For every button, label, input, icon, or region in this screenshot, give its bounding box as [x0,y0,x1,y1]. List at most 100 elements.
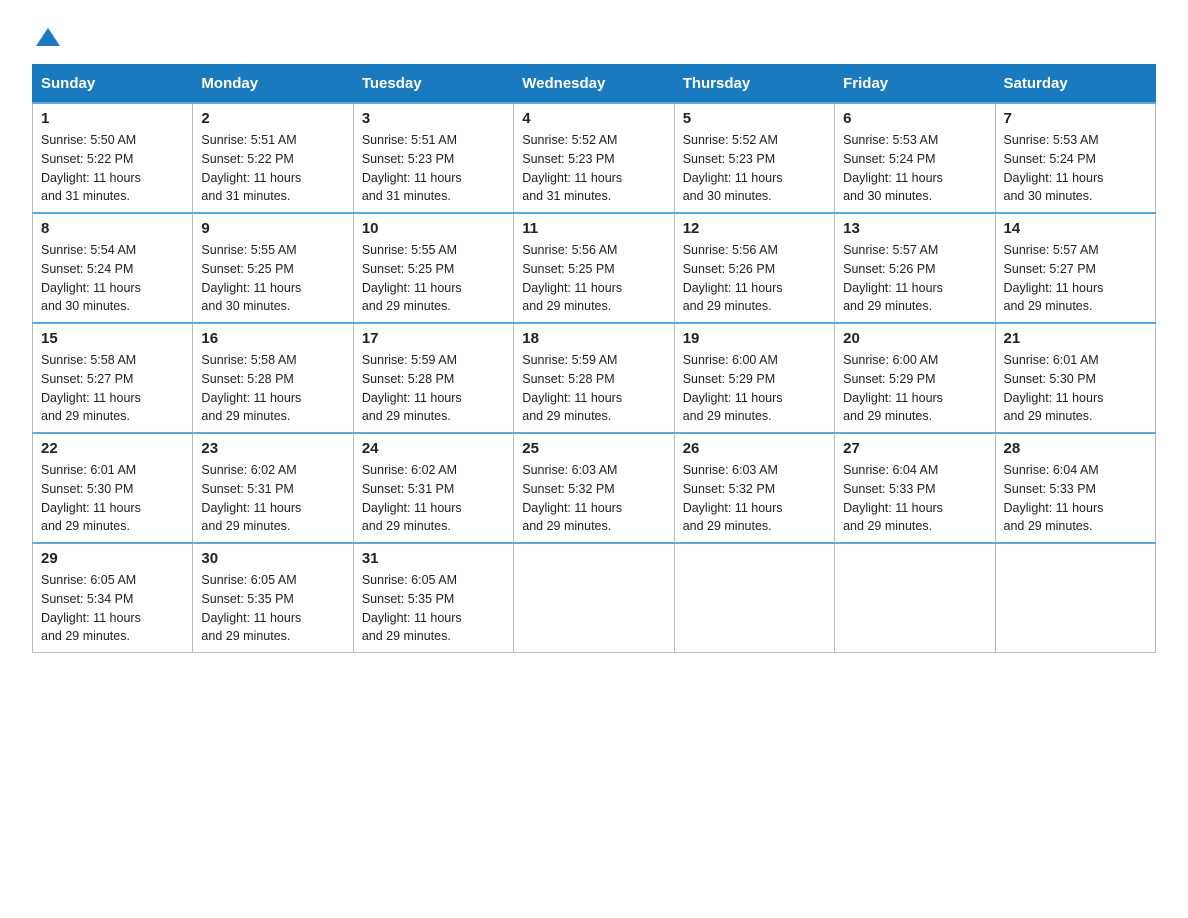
calendar-week-row: 22 Sunrise: 6:01 AM Sunset: 5:30 PM Dayl… [33,433,1156,543]
calendar-cell: 3 Sunrise: 5:51 AM Sunset: 5:23 PM Dayli… [353,103,513,213]
calendar-cell: 22 Sunrise: 6:01 AM Sunset: 5:30 PM Dayl… [33,433,193,543]
day-number: 6 [843,110,986,127]
weekday-header-row: SundayMondayTuesdayWednesdayThursdayFrid… [33,65,1156,104]
calendar-cell: 2 Sunrise: 5:51 AM Sunset: 5:22 PM Dayli… [193,103,353,213]
day-info: Sunrise: 6:01 AM Sunset: 5:30 PM Dayligh… [1004,351,1147,426]
day-number: 21 [1004,330,1147,347]
weekday-header-thursday: Thursday [674,65,834,104]
calendar-cell: 31 Sunrise: 6:05 AM Sunset: 5:35 PM Dayl… [353,543,513,653]
calendar-week-row: 15 Sunrise: 5:58 AM Sunset: 5:27 PM Dayl… [33,323,1156,433]
day-number: 5 [683,110,826,127]
calendar-week-row: 1 Sunrise: 5:50 AM Sunset: 5:22 PM Dayli… [33,103,1156,213]
calendar-cell: 18 Sunrise: 5:59 AM Sunset: 5:28 PM Dayl… [514,323,674,433]
day-number: 13 [843,220,986,237]
day-info: Sunrise: 5:58 AM Sunset: 5:28 PM Dayligh… [201,351,344,426]
day-info: Sunrise: 6:04 AM Sunset: 5:33 PM Dayligh… [843,461,986,536]
calendar-table: SundayMondayTuesdayWednesdayThursdayFrid… [32,64,1156,653]
day-number: 28 [1004,440,1147,457]
day-info: Sunrise: 6:05 AM Sunset: 5:35 PM Dayligh… [362,571,505,646]
day-info: Sunrise: 5:55 AM Sunset: 5:25 PM Dayligh… [362,241,505,316]
day-info: Sunrise: 6:02 AM Sunset: 5:31 PM Dayligh… [362,461,505,536]
calendar-cell: 29 Sunrise: 6:05 AM Sunset: 5:34 PM Dayl… [33,543,193,653]
calendar-cell: 26 Sunrise: 6:03 AM Sunset: 5:32 PM Dayl… [674,433,834,543]
day-info: Sunrise: 6:00 AM Sunset: 5:29 PM Dayligh… [683,351,826,426]
calendar-cell: 24 Sunrise: 6:02 AM Sunset: 5:31 PM Dayl… [353,433,513,543]
calendar-cell: 13 Sunrise: 5:57 AM Sunset: 5:26 PM Dayl… [835,213,995,323]
calendar-cell [514,543,674,653]
day-number: 12 [683,220,826,237]
weekday-header-saturday: Saturday [995,65,1155,104]
day-number: 16 [201,330,344,347]
day-info: Sunrise: 5:53 AM Sunset: 5:24 PM Dayligh… [843,131,986,206]
calendar-body: 1 Sunrise: 5:50 AM Sunset: 5:22 PM Dayli… [33,103,1156,653]
day-info: Sunrise: 5:56 AM Sunset: 5:25 PM Dayligh… [522,241,665,316]
day-number: 8 [41,220,184,237]
calendar-cell: 21 Sunrise: 6:01 AM Sunset: 5:30 PM Dayl… [995,323,1155,433]
calendar-cell: 11 Sunrise: 5:56 AM Sunset: 5:25 PM Dayl… [514,213,674,323]
day-number: 23 [201,440,344,457]
calendar-cell: 5 Sunrise: 5:52 AM Sunset: 5:23 PM Dayli… [674,103,834,213]
day-info: Sunrise: 5:55 AM Sunset: 5:25 PM Dayligh… [201,241,344,316]
day-info: Sunrise: 5:52 AM Sunset: 5:23 PM Dayligh… [522,131,665,206]
day-number: 17 [362,330,505,347]
calendar-cell: 17 Sunrise: 5:59 AM Sunset: 5:28 PM Dayl… [353,323,513,433]
calendar-cell [995,543,1155,653]
logo [32,24,62,52]
day-info: Sunrise: 5:51 AM Sunset: 5:23 PM Dayligh… [362,131,505,206]
day-number: 24 [362,440,505,457]
calendar-cell: 7 Sunrise: 5:53 AM Sunset: 5:24 PM Dayli… [995,103,1155,213]
calendar-cell: 6 Sunrise: 5:53 AM Sunset: 5:24 PM Dayli… [835,103,995,213]
weekday-header-tuesday: Tuesday [353,65,513,104]
day-number: 19 [683,330,826,347]
day-number: 10 [362,220,505,237]
day-number: 15 [41,330,184,347]
day-number: 22 [41,440,184,457]
day-info: Sunrise: 6:02 AM Sunset: 5:31 PM Dayligh… [201,461,344,536]
calendar-cell: 27 Sunrise: 6:04 AM Sunset: 5:33 PM Dayl… [835,433,995,543]
day-info: Sunrise: 6:01 AM Sunset: 5:30 PM Dayligh… [41,461,184,536]
calendar-cell: 4 Sunrise: 5:52 AM Sunset: 5:23 PM Dayli… [514,103,674,213]
day-number: 4 [522,110,665,127]
weekday-header-monday: Monday [193,65,353,104]
calendar-cell: 23 Sunrise: 6:02 AM Sunset: 5:31 PM Dayl… [193,433,353,543]
calendar-cell: 10 Sunrise: 5:55 AM Sunset: 5:25 PM Dayl… [353,213,513,323]
day-info: Sunrise: 5:52 AM Sunset: 5:23 PM Dayligh… [683,131,826,206]
calendar-cell: 19 Sunrise: 6:00 AM Sunset: 5:29 PM Dayl… [674,323,834,433]
calendar-cell: 12 Sunrise: 5:56 AM Sunset: 5:26 PM Dayl… [674,213,834,323]
day-number: 14 [1004,220,1147,237]
day-info: Sunrise: 5:54 AM Sunset: 5:24 PM Dayligh… [41,241,184,316]
weekday-header-friday: Friday [835,65,995,104]
calendar-cell [674,543,834,653]
day-info: Sunrise: 5:59 AM Sunset: 5:28 PM Dayligh… [522,351,665,426]
day-info: Sunrise: 6:03 AM Sunset: 5:32 PM Dayligh… [522,461,665,536]
calendar-cell: 15 Sunrise: 5:58 AM Sunset: 5:27 PM Dayl… [33,323,193,433]
calendar-header: SundayMondayTuesdayWednesdayThursdayFrid… [33,65,1156,104]
calendar-week-row: 29 Sunrise: 6:05 AM Sunset: 5:34 PM Dayl… [33,543,1156,653]
page-header [32,24,1156,52]
day-number: 27 [843,440,986,457]
calendar-cell: 16 Sunrise: 5:58 AM Sunset: 5:28 PM Dayl… [193,323,353,433]
logo-icon [34,24,62,52]
calendar-cell: 14 Sunrise: 5:57 AM Sunset: 5:27 PM Dayl… [995,213,1155,323]
day-number: 26 [683,440,826,457]
calendar-week-row: 8 Sunrise: 5:54 AM Sunset: 5:24 PM Dayli… [33,213,1156,323]
day-info: Sunrise: 6:05 AM Sunset: 5:34 PM Dayligh… [41,571,184,646]
day-number: 29 [41,550,184,567]
day-info: Sunrise: 5:56 AM Sunset: 5:26 PM Dayligh… [683,241,826,316]
day-info: Sunrise: 6:05 AM Sunset: 5:35 PM Dayligh… [201,571,344,646]
day-number: 31 [362,550,505,567]
day-info: Sunrise: 6:00 AM Sunset: 5:29 PM Dayligh… [843,351,986,426]
day-number: 18 [522,330,665,347]
day-number: 25 [522,440,665,457]
calendar-cell: 28 Sunrise: 6:04 AM Sunset: 5:33 PM Dayl… [995,433,1155,543]
calendar-cell: 9 Sunrise: 5:55 AM Sunset: 5:25 PM Dayli… [193,213,353,323]
calendar-cell: 25 Sunrise: 6:03 AM Sunset: 5:32 PM Dayl… [514,433,674,543]
day-info: Sunrise: 5:53 AM Sunset: 5:24 PM Dayligh… [1004,131,1147,206]
day-info: Sunrise: 5:50 AM Sunset: 5:22 PM Dayligh… [41,131,184,206]
calendar-cell [835,543,995,653]
day-number: 2 [201,110,344,127]
day-info: Sunrise: 5:59 AM Sunset: 5:28 PM Dayligh… [362,351,505,426]
day-number: 30 [201,550,344,567]
day-info: Sunrise: 5:58 AM Sunset: 5:27 PM Dayligh… [41,351,184,426]
day-info: Sunrise: 6:03 AM Sunset: 5:32 PM Dayligh… [683,461,826,536]
